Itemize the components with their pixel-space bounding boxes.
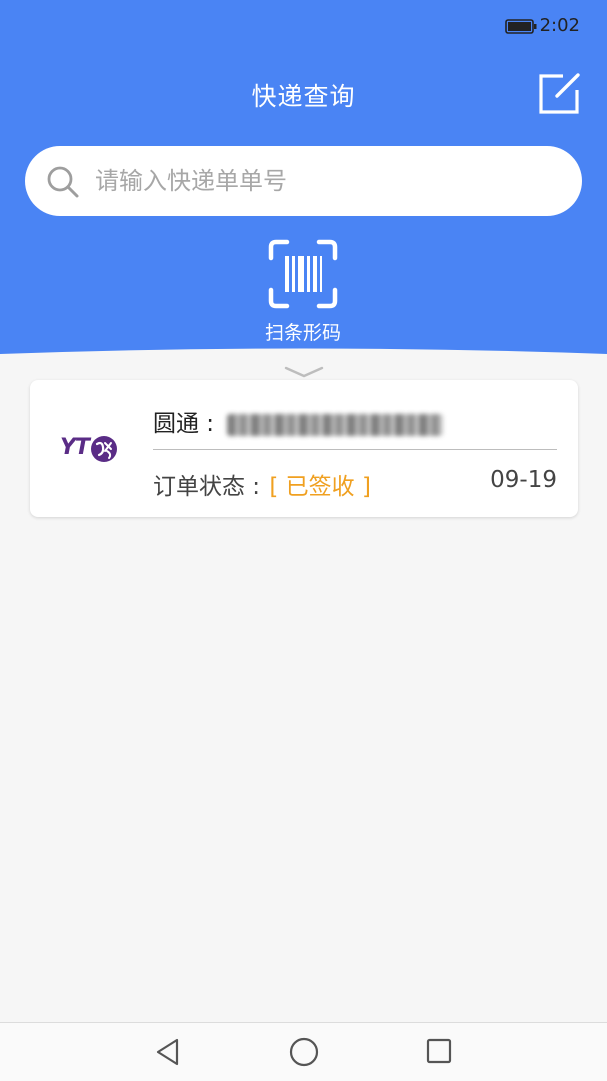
page-title: 快递查询	[251, 82, 356, 111]
carrier-logo-text: YT	[60, 435, 90, 460]
carrier-logo-mark	[91, 436, 117, 462]
status-time: 2:02	[539, 15, 580, 36]
barcode-scan-icon	[268, 239, 338, 309]
battery-icon	[505, 19, 537, 34]
order-status-label: 订单状态 :	[153, 474, 268, 500]
chevron-down-icon[interactable]	[284, 365, 324, 379]
carrier-name: 圆通 :	[153, 411, 222, 437]
status-bar: 2:02	[0, 0, 607, 52]
back-triangle-icon[interactable]	[153, 1037, 183, 1067]
order-status-row: 订单状态 : [ 已签收 ]	[153, 467, 371, 501]
carrier-row: 圆通 :	[153, 404, 444, 438]
tracking-number-obscured	[227, 413, 444, 436]
scan-barcode-button[interactable]: 扫条形码	[253, 236, 353, 346]
package-card[interactable]: YT 圆通 : 订单状态 : [ 已签收 ] 09-19	[30, 380, 578, 517]
order-date: 09-19	[490, 467, 557, 493]
order-status-value: [ 已签收 ]	[269, 474, 371, 500]
system-nav-bar	[0, 1022, 607, 1081]
recents-square-icon[interactable]	[425, 1037, 453, 1065]
search-icon	[47, 166, 79, 198]
card-divider	[153, 449, 557, 450]
search-input[interactable]	[95, 146, 565, 216]
carrier-logo: YT	[60, 435, 120, 465]
search-bar[interactable]	[25, 146, 582, 216]
edit-icon	[539, 73, 580, 114]
home-circle-icon[interactable]	[288, 1036, 320, 1068]
scan-barcode-label: 扫条形码	[264, 322, 341, 344]
edit-button[interactable]	[537, 72, 581, 116]
